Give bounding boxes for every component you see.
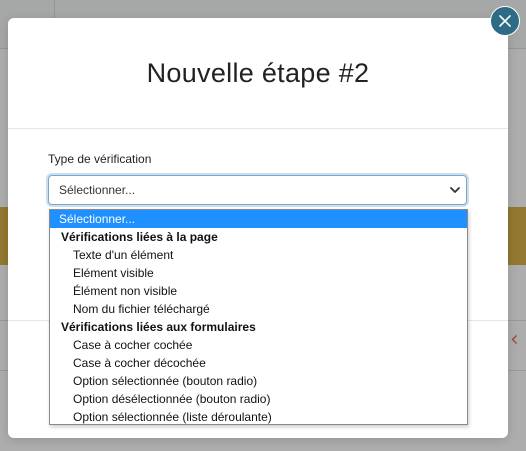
option-checkbox-checked[interactable]: Case à cocher cochée	[50, 336, 467, 354]
optgroup-form-checks: Vérifications liées aux formulaires	[61, 320, 256, 334]
close-button[interactable]	[490, 6, 520, 36]
option-element-not-visible[interactable]: Élément non visible	[50, 282, 467, 300]
modal-title: Nouvelle étape #2	[146, 58, 370, 88]
chevron-down-icon	[448, 182, 462, 196]
option-element-text[interactable]: Texte d'un élément	[50, 246, 467, 264]
verification-type-select[interactable]: Sélectionner...	[48, 175, 467, 205]
modal-header-divider	[8, 128, 508, 129]
option-placeholder[interactable]: Sélectionner...	[50, 210, 467, 228]
option-select-selected[interactable]: Option sélectionnée (liste déroulante)	[50, 408, 467, 424]
verification-type-label: Type de vérification	[48, 152, 152, 166]
option-radio-selected[interactable]: Option sélectionnée (bouton radio)	[50, 372, 467, 390]
close-icon	[499, 15, 511, 27]
option-checkbox-unchecked[interactable]: Case à cocher décochée	[50, 354, 467, 372]
option-radio-deselected[interactable]: Option désélectionnée (bouton radio)	[50, 390, 467, 408]
select-current-value: Sélectionner...	[59, 183, 136, 197]
optgroup-page-checks: Vérifications liées à la page	[61, 230, 218, 244]
verification-type-options[interactable]: Sélectionner... Vérifications liées à la…	[49, 209, 468, 425]
option-downloaded-file-name[interactable]: Nom du fichier téléchargé	[50, 300, 467, 318]
option-element-visible[interactable]: Elément visible	[50, 264, 467, 282]
